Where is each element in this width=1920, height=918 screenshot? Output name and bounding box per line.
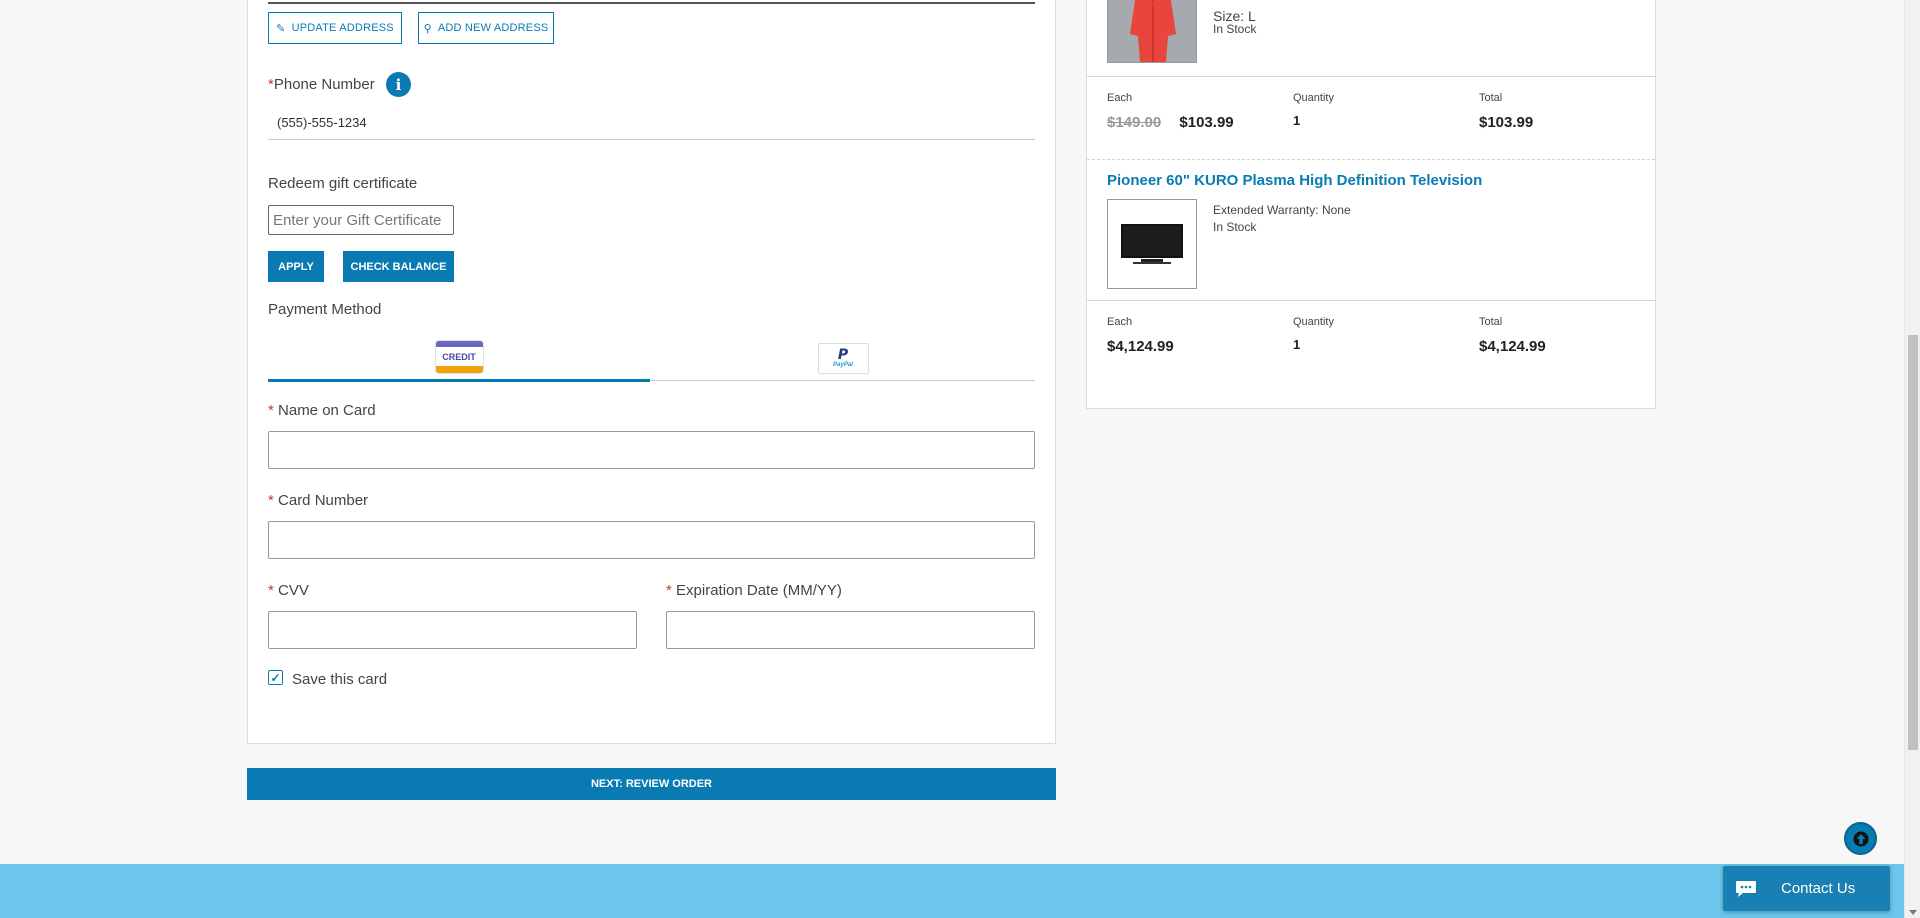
expiration-date-label: * Expiration Date (MM/YY)	[666, 582, 842, 599]
add-new-address-button[interactable]: ⚲ ADD NEW ADDRESS	[418, 12, 554, 44]
chat-bubble-icon	[1736, 880, 1756, 897]
save-card-label: Save this card	[292, 671, 388, 688]
credit-card-icon: CREDIT	[435, 341, 483, 373]
item-stock-status: In Stock	[1213, 220, 1257, 234]
item-price: $149.00 $103.99	[1107, 114, 1234, 131]
quantity-label: Quantity	[1293, 316, 1334, 328]
checkout-form-panel: ✎ UPDATE ADDRESS ⚲ ADD NEW ADDRESS *Phon…	[247, 0, 1056, 744]
card-number-input[interactable]	[268, 521, 1035, 559]
contact-us-label: Contact Us	[1781, 880, 1856, 897]
product-image-shirt[interactable]	[1107, 0, 1197, 63]
section-divider	[268, 2, 1035, 4]
scroll-down-arrow-icon[interactable]	[1909, 910, 1917, 915]
tab-paypal[interactable]: P PayPal	[652, 335, 1034, 381]
expiration-date-input[interactable]	[666, 611, 1035, 649]
item-warranty: Extended Warranty: None	[1213, 203, 1351, 217]
payment-method-tabs: CREDIT P PayPal	[268, 335, 1035, 382]
site-footer	[0, 864, 1904, 918]
contact-us-button[interactable]: Contact Us	[1723, 866, 1890, 911]
checkmark-icon: ✓	[270, 670, 281, 685]
original-price: $149.00	[1107, 114, 1162, 131]
gift-certificate-input[interactable]	[268, 205, 454, 235]
total-label: Total	[1479, 92, 1503, 104]
item-price: $4,124.99	[1107, 338, 1174, 355]
each-label: Each	[1107, 316, 1133, 328]
check-balance-button[interactable]: CHECK BALANCE	[343, 251, 454, 282]
each-label: Each	[1107, 92, 1133, 104]
scroll-to-top-button[interactable]	[1844, 822, 1877, 855]
name-on-card-input[interactable]	[268, 431, 1035, 469]
cvv-label: * CVV	[268, 582, 309, 599]
gift-certificate-label: Redeem gift certificate	[268, 175, 418, 192]
item-stock-status: In Stock	[1213, 22, 1257, 36]
item-quantity: 1	[1293, 337, 1301, 352]
total-label: Total	[1479, 316, 1503, 328]
update-address-button[interactable]: ✎ UPDATE ADDRESS	[268, 12, 402, 44]
page-scrollbar[interactable]	[1904, 0, 1920, 918]
phone-label: *Phone Number	[268, 76, 375, 93]
order-summary-panel: Size: L In Stock Each $149.00 $103.99 Qu…	[1086, 0, 1656, 409]
divider	[1087, 300, 1655, 301]
product-image-tv[interactable]	[1107, 199, 1197, 289]
next-review-order-button[interactable]: NEXT: REVIEW ORDER	[247, 768, 1056, 800]
scrollbar-thumb[interactable]	[1908, 335, 1918, 750]
info-icon[interactable]: i	[386, 72, 411, 97]
map-marker-icon: ⚲	[423, 22, 432, 35]
card-number-label: * Card Number	[268, 492, 369, 509]
item-quantity: 1	[1293, 113, 1301, 128]
cvv-input[interactable]	[268, 611, 637, 649]
divider	[1087, 76, 1655, 77]
item-total: $103.99	[1479, 114, 1534, 131]
item-total: $4,124.99	[1479, 338, 1546, 355]
quantity-label: Quantity	[1293, 92, 1334, 104]
edit-icon: ✎	[276, 22, 286, 35]
paypal-icon: P PayPal	[817, 342, 869, 374]
arrow-up-icon	[1853, 831, 1868, 846]
phone-input[interactable]	[268, 106, 1035, 140]
sale-price: $103.99	[1179, 114, 1234, 131]
tab-credit[interactable]: CREDIT	[268, 335, 650, 382]
product-link-tv[interactable]: Pioneer 60" KURO Plasma High Definition …	[1107, 172, 1482, 189]
save-card-checkbox[interactable]: ✓	[268, 670, 283, 685]
payment-method-label: Payment Method	[268, 301, 382, 318]
divider	[1087, 159, 1655, 160]
name-on-card-label: * Name on Card	[268, 402, 376, 419]
apply-button[interactable]: APPLY	[268, 251, 324, 282]
